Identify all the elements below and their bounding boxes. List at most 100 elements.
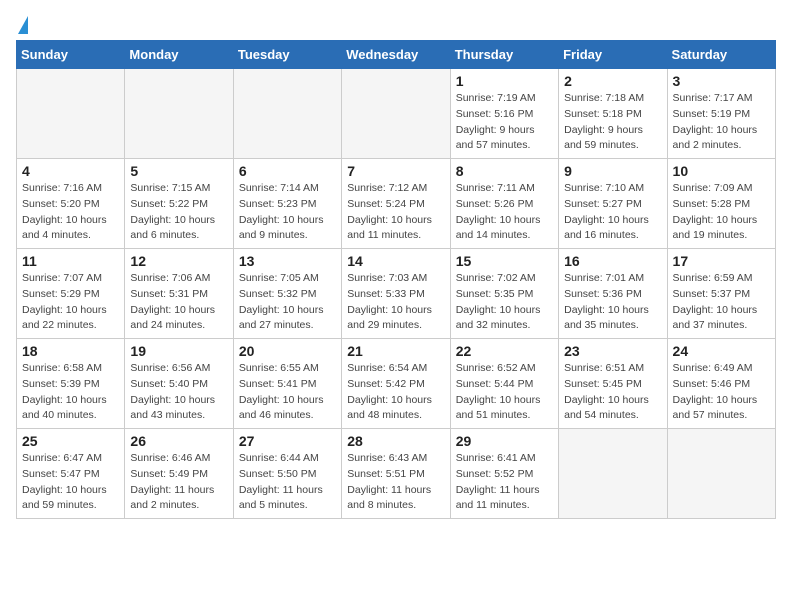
- day-number: 16: [564, 253, 661, 269]
- day-info: Sunrise: 7:05 AMSunset: 5:32 PMDaylight:…: [239, 271, 336, 334]
- day-number: 2: [564, 73, 661, 89]
- calendar-cell: 12 Sunrise: 7:06 AMSunset: 5:31 PMDayligh…: [125, 249, 233, 339]
- day-info: Sunrise: 6:43 AMSunset: 5:51 PMDaylight:…: [347, 451, 444, 514]
- calendar-cell: 25 Sunrise: 6:47 AMSunset: 5:47 PMDayligh…: [17, 429, 125, 519]
- weekday-header-monday: Monday: [125, 41, 233, 69]
- day-number: 15: [456, 253, 553, 269]
- calendar-cell: 19Sunrise: 6:56 AMSunset: 5:40 PMDayligh…: [125, 339, 233, 429]
- calendar-week-row: 25 Sunrise: 6:47 AMSunset: 5:47 PMDayligh…: [17, 429, 776, 519]
- calendar-cell: [233, 69, 341, 159]
- day-info: Sunrise: 7:17 AMSunset: 5:19 PMDaylight:…: [673, 91, 770, 154]
- calendar-cell: 20 Sunrise: 6:55 AMSunset: 5:41 PMDayligh…: [233, 339, 341, 429]
- calendar-cell: 16 Sunrise: 7:01 AMSunset: 5:36 PMDayligh…: [559, 249, 667, 339]
- logo: [16, 16, 28, 32]
- calendar-week-row: 1 Sunrise: 7:19 AMSunset: 5:16 PMDaylight…: [17, 69, 776, 159]
- calendar-cell: 3Sunrise: 7:17 AMSunset: 5:19 PMDaylight…: [667, 69, 775, 159]
- day-number: 1: [456, 73, 553, 89]
- calendar-cell: 23 Sunrise: 6:51 AMSunset: 5:45 PMDayligh…: [559, 339, 667, 429]
- calendar-cell: 7 Sunrise: 7:12 AMSunset: 5:24 PMDaylight…: [342, 159, 450, 249]
- day-info: Sunrise: 7:16 AMSunset: 5:20 PMDaylight:…: [22, 181, 119, 244]
- day-number: 7: [347, 163, 444, 179]
- day-info: Sunrise: 6:58 AMSunset: 5:39 PMDaylight:…: [22, 361, 119, 424]
- day-info: Sunrise: 7:12 AMSunset: 5:24 PMDaylight:…: [347, 181, 444, 244]
- day-number: 12: [130, 253, 227, 269]
- day-info: Sunrise: 6:55 AMSunset: 5:41 PMDaylight:…: [239, 361, 336, 424]
- weekday-header-friday: Friday: [559, 41, 667, 69]
- calendar-cell: 27 Sunrise: 6:44 AMSunset: 5:50 PMDayligh…: [233, 429, 341, 519]
- day-number: 23: [564, 343, 661, 359]
- logo-icon: [18, 16, 28, 34]
- weekday-header-row: SundayMondayTuesdayWednesdayThursdayFrid…: [17, 41, 776, 69]
- calendar-cell: 22 Sunrise: 6:52 AMSunset: 5:44 PMDayligh…: [450, 339, 558, 429]
- calendar-week-row: 11Sunrise: 7:07 AMSunset: 5:29 PMDayligh…: [17, 249, 776, 339]
- calendar-cell: 9 Sunrise: 7:10 AMSunset: 5:27 PMDaylight…: [559, 159, 667, 249]
- calendar-cell: 24Sunrise: 6:49 AMSunset: 5:46 PMDayligh…: [667, 339, 775, 429]
- calendar-cell: [342, 69, 450, 159]
- day-info: Sunrise: 7:09 AMSunset: 5:28 PMDaylight:…: [673, 181, 770, 244]
- calendar-cell: 10 Sunrise: 7:09 AMSunset: 5:28 PMDayligh…: [667, 159, 775, 249]
- day-info: Sunrise: 7:15 AMSunset: 5:22 PMDaylight:…: [130, 181, 227, 244]
- calendar-table: SundayMondayTuesdayWednesdayThursdayFrid…: [16, 40, 776, 519]
- day-number: 5: [130, 163, 227, 179]
- day-number: 19: [130, 343, 227, 359]
- calendar-cell: 29 Sunrise: 6:41 AMSunset: 5:52 PMDayligh…: [450, 429, 558, 519]
- day-number: 17: [673, 253, 770, 269]
- day-info: Sunrise: 7:03 AMSunset: 5:33 PMDaylight:…: [347, 271, 444, 334]
- calendar-cell: 26 Sunrise: 6:46 AMSunset: 5:49 PMDayligh…: [125, 429, 233, 519]
- calendar-week-row: 18 Sunrise: 6:58 AMSunset: 5:39 PMDayligh…: [17, 339, 776, 429]
- calendar-cell: 5 Sunrise: 7:15 AMSunset: 5:22 PMDaylight…: [125, 159, 233, 249]
- day-number: 20: [239, 343, 336, 359]
- day-number: 26: [130, 433, 227, 449]
- calendar-cell: 11Sunrise: 7:07 AMSunset: 5:29 PMDayligh…: [17, 249, 125, 339]
- calendar-cell: 8Sunrise: 7:11 AMSunset: 5:26 PMDaylight…: [450, 159, 558, 249]
- day-number: 10: [673, 163, 770, 179]
- day-info: Sunrise: 6:46 AMSunset: 5:49 PMDaylight:…: [130, 451, 227, 514]
- day-info: Sunrise: 6:51 AMSunset: 5:45 PMDaylight:…: [564, 361, 661, 424]
- day-info: Sunrise: 6:41 AMSunset: 5:52 PMDaylight:…: [456, 451, 553, 514]
- day-info: Sunrise: 7:19 AMSunset: 5:16 PMDaylight:…: [456, 91, 553, 154]
- day-info: Sunrise: 6:52 AMSunset: 5:44 PMDaylight:…: [456, 361, 553, 424]
- calendar-cell: [559, 429, 667, 519]
- day-info: Sunrise: 6:54 AMSunset: 5:42 PMDaylight:…: [347, 361, 444, 424]
- day-number: 18: [22, 343, 119, 359]
- day-number: 21: [347, 343, 444, 359]
- day-number: 28: [347, 433, 444, 449]
- weekday-header-thursday: Thursday: [450, 41, 558, 69]
- day-info: Sunrise: 6:44 AMSunset: 5:50 PMDaylight:…: [239, 451, 336, 514]
- day-number: 13: [239, 253, 336, 269]
- calendar-cell: [17, 69, 125, 159]
- day-number: 22: [456, 343, 553, 359]
- day-number: 6: [239, 163, 336, 179]
- day-info: Sunrise: 6:59 AMSunset: 5:37 PMDaylight:…: [673, 271, 770, 334]
- day-number: 27: [239, 433, 336, 449]
- calendar-cell: 13 Sunrise: 7:05 AMSunset: 5:32 PMDayligh…: [233, 249, 341, 339]
- day-info: Sunrise: 7:11 AMSunset: 5:26 PMDaylight:…: [456, 181, 553, 244]
- day-number: 29: [456, 433, 553, 449]
- calendar-cell: 21 Sunrise: 6:54 AMSunset: 5:42 PMDayligh…: [342, 339, 450, 429]
- calendar-cell: 6Sunrise: 7:14 AMSunset: 5:23 PMDaylight…: [233, 159, 341, 249]
- day-number: 14: [347, 253, 444, 269]
- calendar-cell: 1 Sunrise: 7:19 AMSunset: 5:16 PMDaylight…: [450, 69, 558, 159]
- day-info: Sunrise: 7:06 AMSunset: 5:31 PMDaylight:…: [130, 271, 227, 334]
- day-number: 4: [22, 163, 119, 179]
- weekday-header-wednesday: Wednesday: [342, 41, 450, 69]
- day-info: Sunrise: 7:02 AMSunset: 5:35 PMDaylight:…: [456, 271, 553, 334]
- day-number: 25: [22, 433, 119, 449]
- calendar-cell: [667, 429, 775, 519]
- day-info: Sunrise: 6:47 AMSunset: 5:47 PMDaylight:…: [22, 451, 119, 514]
- calendar-cell: 15 Sunrise: 7:02 AMSunset: 5:35 PMDayligh…: [450, 249, 558, 339]
- weekday-header-tuesday: Tuesday: [233, 41, 341, 69]
- header: [16, 16, 776, 32]
- calendar-cell: 28 Sunrise: 6:43 AMSunset: 5:51 PMDayligh…: [342, 429, 450, 519]
- day-number: 9: [564, 163, 661, 179]
- calendar-cell: [125, 69, 233, 159]
- calendar-week-row: 4 Sunrise: 7:16 AMSunset: 5:20 PMDaylight…: [17, 159, 776, 249]
- calendar-cell: 14 Sunrise: 7:03 AMSunset: 5:33 PMDayligh…: [342, 249, 450, 339]
- day-info: Sunrise: 7:01 AMSunset: 5:36 PMDaylight:…: [564, 271, 661, 334]
- weekday-header-sunday: Sunday: [17, 41, 125, 69]
- weekday-header-saturday: Saturday: [667, 41, 775, 69]
- day-number: 11: [22, 253, 119, 269]
- day-number: 24: [673, 343, 770, 359]
- calendar-cell: 4 Sunrise: 7:16 AMSunset: 5:20 PMDaylight…: [17, 159, 125, 249]
- day-info: Sunrise: 7:10 AMSunset: 5:27 PMDaylight:…: [564, 181, 661, 244]
